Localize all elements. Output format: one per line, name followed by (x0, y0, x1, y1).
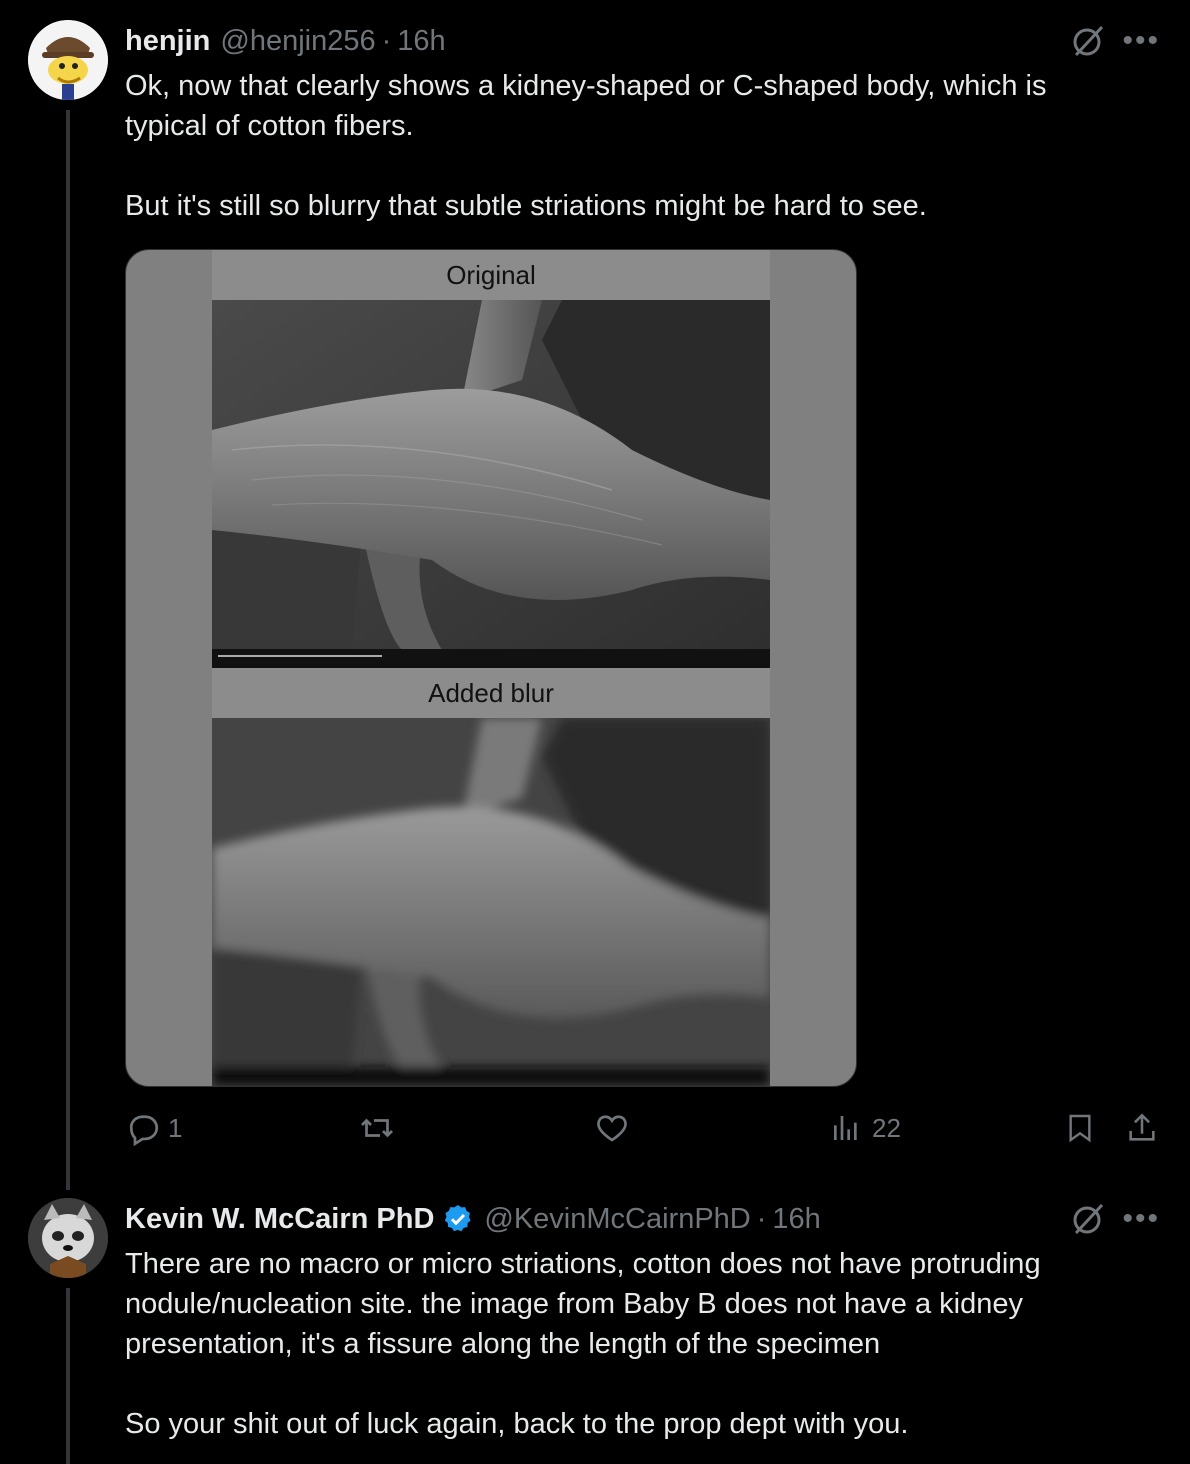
tweet-paragraph: Ok, now that clearly shows a kidney-shap… (125, 70, 1055, 142)
repost-button[interactable] (358, 1110, 396, 1146)
handle[interactable]: @KevinMcCairnPhD (484, 1203, 750, 1236)
tweet-paragraph: So your shit out of luck again, back to … (125, 1408, 909, 1440)
bookmark-icon (1064, 1110, 1096, 1146)
thread-line (66, 110, 70, 1190)
share-button[interactable] (1125, 1110, 1159, 1146)
separator: · (381, 24, 392, 57)
panel-original: Original (212, 250, 770, 670)
tweet-henjin[interactable]: henjin @henjin256 · 16h ••• Ok, now that… (0, 0, 1190, 1190)
thread-line (66, 1288, 70, 1464)
views-count: 22 (872, 1112, 901, 1143)
tweet-text: There are no macro or micro striations, … (125, 1244, 1135, 1444)
heart-icon (594, 1110, 630, 1146)
like-button[interactable] (594, 1110, 630, 1146)
panel-blurred: Added blur (212, 668, 770, 1086)
sem-image-original (212, 300, 770, 668)
views-button[interactable]: 22 (830, 1110, 901, 1146)
tweet-header: Kevin W. McCairn PhD @KevinMcCairnPhD · … (125, 1199, 821, 1239)
display-name[interactable]: Kevin W. McCairn PhD (125, 1203, 434, 1236)
tweet-header: henjin @henjin256 · 16h (125, 21, 446, 61)
grok-icon[interactable] (1070, 23, 1106, 59)
tweet-kevin-mccairn[interactable]: Kevin W. McCairn PhD @KevinMcCairnPhD · … (0, 1180, 1190, 1464)
avatar[interactable] (28, 20, 108, 100)
tweet-actions: 1 22 (0, 1110, 1190, 1156)
display-name[interactable]: henjin (125, 25, 210, 58)
share-icon (1125, 1110, 1159, 1146)
handle[interactable]: @henjin256 (220, 25, 375, 58)
repost-icon (358, 1110, 396, 1146)
separator: · (756, 1202, 767, 1235)
panel-title: Original (212, 250, 770, 300)
tweet-media-image[interactable]: Original Added blur (125, 249, 857, 1087)
avatar[interactable] (28, 1198, 108, 1278)
timestamp[interactable]: 16h (397, 25, 445, 58)
reply-button[interactable]: 1 (126, 1110, 182, 1146)
views-icon (830, 1110, 862, 1146)
reply-icon (126, 1110, 162, 1146)
verified-badge-icon (442, 1203, 474, 1235)
more-options-icon[interactable]: ••• (1122, 1199, 1160, 1239)
bookmark-button[interactable] (1064, 1110, 1096, 1146)
tweet-text: Ok, now that clearly shows a kidney-shap… (125, 66, 1135, 226)
grok-icon[interactable] (1070, 1201, 1106, 1237)
timestamp[interactable]: 16h (772, 1203, 820, 1236)
tweet-paragraph: But it's still so blurry that subtle str… (125, 190, 927, 222)
panel-title: Added blur (212, 668, 770, 718)
tweet-paragraph: There are no macro or micro striations, … (125, 1248, 1049, 1360)
more-options-icon[interactable]: ••• (1122, 21, 1160, 61)
sem-image-blurred (212, 718, 770, 1086)
reply-count: 1 (168, 1112, 183, 1143)
